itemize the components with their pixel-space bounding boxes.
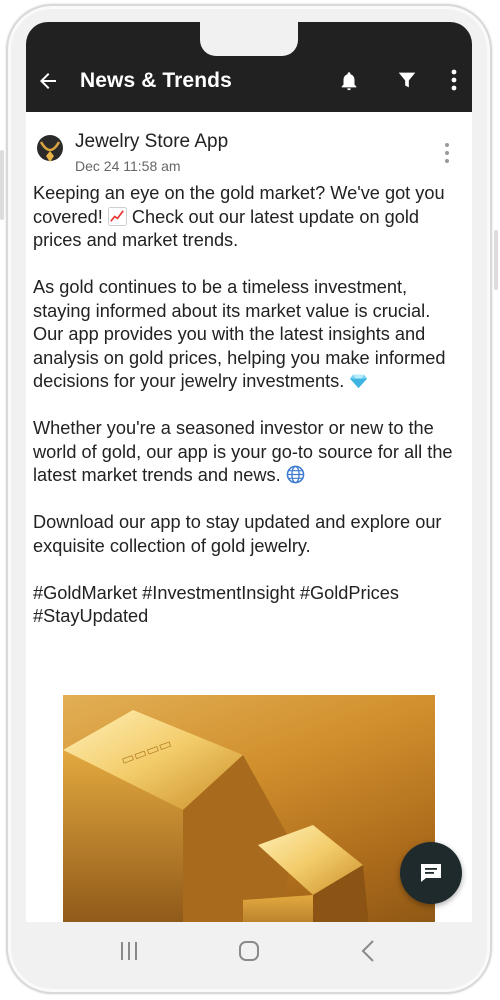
camera-notch	[200, 22, 298, 56]
more-vertical-icon[interactable]	[450, 68, 458, 92]
nav-back-icon[interactable]	[360, 939, 376, 963]
screen: News & Trends Jewelry Store App Dec 24 1…	[26, 22, 472, 968]
post-paragraph: Keeping an eye on the gold market? We've…	[33, 182, 465, 253]
post-paragraph: Whether you're a seasoned investor or ne…	[33, 417, 465, 488]
back-arrow-icon[interactable]	[36, 69, 60, 93]
recent-apps-icon[interactable]	[118, 940, 140, 962]
post-options-icon[interactable]	[443, 142, 451, 164]
app-bar: News & Trends	[26, 22, 472, 112]
gem-stone-icon	[350, 374, 368, 389]
news-post: Jewelry Store App Dec 24 11:58 am Keepin…	[26, 112, 472, 968]
page-title: News & Trends	[80, 69, 232, 92]
post-paragraph: As gold continues to be a timeless inves…	[33, 276, 465, 394]
gold-necklace-icon	[37, 135, 63, 162]
power-button	[494, 230, 498, 290]
post-author[interactable]: Jewelry Store App	[75, 131, 228, 153]
paragraph-text: As gold continues to be a timeless inves…	[33, 277, 446, 391]
post-hashtags[interactable]: #GoldMarket #InvestmentInsight #GoldPric…	[33, 582, 465, 629]
system-nav-bar	[26, 922, 472, 980]
chat-fab-button[interactable]	[400, 842, 462, 904]
chat-message-icon	[421, 864, 441, 882]
chart-increasing-icon	[107, 206, 127, 226]
volume-button	[0, 150, 4, 220]
globe-icon	[286, 465, 305, 484]
filter-icon[interactable]	[396, 69, 418, 91]
bell-icon[interactable]	[338, 69, 360, 93]
post-body: Keeping an eye on the gold market? We've…	[33, 182, 465, 629]
post-timestamp: Dec 24 11:58 am	[75, 158, 181, 174]
post-paragraph: Download our app to stay updated and exp…	[33, 512, 442, 556]
home-icon[interactable]	[238, 940, 260, 962]
paragraph-text: Whether you're a seasoned investor or ne…	[33, 418, 453, 485]
